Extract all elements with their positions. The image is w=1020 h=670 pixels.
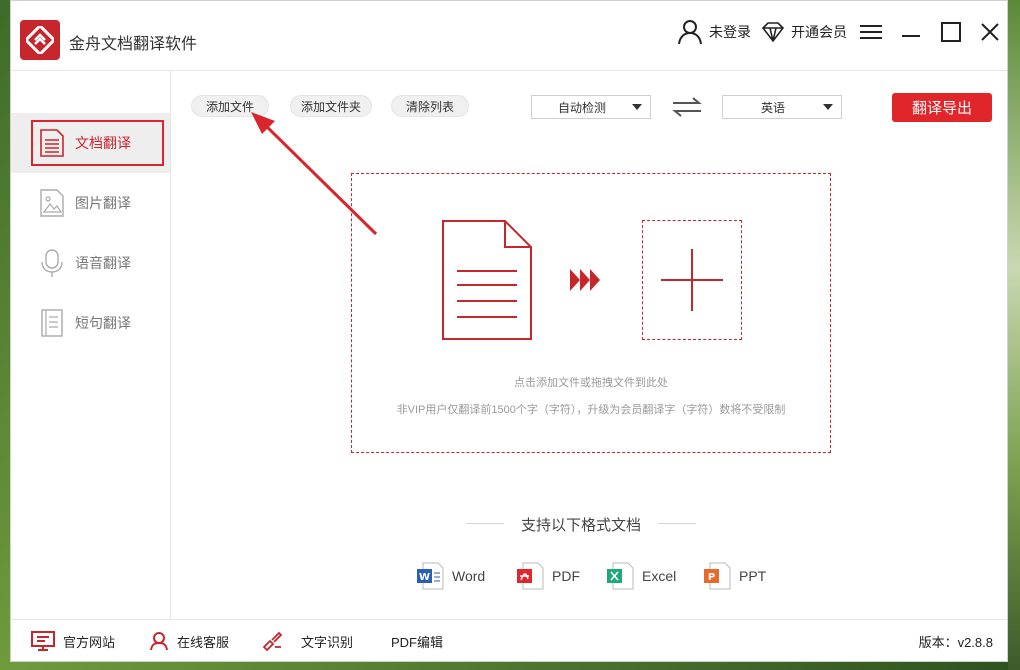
desktop-background xyxy=(1008,0,1020,670)
official-website-link[interactable]: 官方网站 xyxy=(31,630,115,652)
format-excel: Excel xyxy=(606,561,676,591)
chevron-down-icon xyxy=(823,104,833,110)
file-drop-zone[interactable]: 点击添加文件或拖拽文件到此处 非VIP用户仅翻译前1500个字（字符），升级为会… xyxy=(351,173,831,453)
image-icon xyxy=(40,189,64,217)
support-agent-icon xyxy=(150,632,168,651)
source-language-value: 自动检测 xyxy=(557,100,606,115)
footer-bar: 官方网站 在线客服 文字识别 PDF编辑 版本：v2.8.8 xyxy=(11,619,1007,661)
format-label: Excel xyxy=(642,568,677,584)
sidebar-item-label: 图片翻译 xyxy=(75,195,131,211)
format-label: PDF xyxy=(552,568,580,584)
pdf-edit-label: PDF编辑 xyxy=(391,634,444,650)
app-title: 金舟文档翻译软件 xyxy=(69,36,198,53)
highlight-box xyxy=(31,120,164,166)
diamond-icon xyxy=(761,22,785,43)
chevron-down-icon xyxy=(632,104,642,110)
close-icon xyxy=(981,23,999,41)
add-file-placeholder[interactable] xyxy=(642,220,742,340)
vip-label: 开通会员 xyxy=(791,24,847,40)
pdf-edit-link[interactable]: PDF编辑 xyxy=(391,630,443,652)
source-language-select[interactable]: 自动检测 xyxy=(531,95,651,119)
pdf-icon xyxy=(517,562,544,590)
format-word: W Word xyxy=(416,561,485,591)
ocr-label: 文字识别 xyxy=(301,634,354,650)
sidebar-item-label: 语音翻译 xyxy=(75,255,131,271)
add-folder-button[interactable]: 添加文件夹 xyxy=(290,95,372,117)
document-icon xyxy=(442,220,532,340)
swap-languages-icon[interactable] xyxy=(671,96,703,118)
clear-list-button[interactable]: 清除列表 xyxy=(391,95,469,117)
supported-formats-title: 支持以下格式文档 xyxy=(466,514,696,535)
svg-text:P: P xyxy=(708,572,715,583)
word-icon: W xyxy=(417,562,444,590)
user-icon xyxy=(678,20,702,45)
title-bar: 金舟文档翻译软件 未登录 开通会员 xyxy=(11,1,1007,71)
triple-arrow-icon xyxy=(570,269,600,291)
sidebar-item-image-translate[interactable]: 图片翻译 xyxy=(11,173,170,233)
vip-limit-note: 非VIP用户仅翻译前1500个字（字符），升级为会员翻译字（字符）数将不受限制 xyxy=(396,404,786,416)
support-label: 在线客服 xyxy=(177,634,230,650)
close-button[interactable] xyxy=(975,17,1005,47)
website-label: 官方网站 xyxy=(63,634,116,650)
ppt-icon: P xyxy=(704,562,731,590)
drop-hint: 点击添加文件或拖拽文件到此处 xyxy=(514,377,668,389)
sidebar-item-voice-translate[interactable]: 语音翻译 xyxy=(11,233,170,293)
login-button[interactable]: 未登录 xyxy=(677,19,751,45)
version-label: 版本：v2.8.8 xyxy=(918,635,993,650)
maximize-icon xyxy=(941,22,961,42)
target-language-value: 英语 xyxy=(760,100,785,115)
minimize-icon xyxy=(902,35,920,37)
brush-icon xyxy=(262,631,283,651)
app-window: 金舟文档翻译软件 未登录 开通会员 文档翻译 图片翻译 语音翻译 短句翻译 添加… xyxy=(10,0,1008,662)
sidebar: 文档翻译 图片翻译 语音翻译 短句翻译 xyxy=(11,71,171,619)
menu-button[interactable] xyxy=(856,17,886,47)
login-label: 未登录 xyxy=(709,24,751,40)
minimize-button[interactable] xyxy=(896,17,926,47)
sidebar-item-sentence-translate[interactable]: 短句翻译 xyxy=(11,293,170,353)
target-language-select[interactable]: 英语 xyxy=(722,95,842,119)
ocr-link[interactable]: 文字识别 xyxy=(261,630,353,652)
online-support-link[interactable]: 在线客服 xyxy=(149,630,229,652)
notes-icon xyxy=(41,309,63,337)
format-label: Word xyxy=(452,568,486,584)
sidebar-item-label: 短句翻译 xyxy=(75,315,131,331)
app-logo xyxy=(20,20,60,60)
monitor-icon xyxy=(31,631,55,651)
add-file-button[interactable]: 添加文件 xyxy=(191,95,269,117)
svg-text:W: W xyxy=(419,572,430,583)
format-label: PPT xyxy=(739,568,767,584)
maximize-button[interactable] xyxy=(936,17,966,47)
plus-icon xyxy=(661,249,723,311)
hamburger-icon xyxy=(860,25,882,39)
format-pdf: PDF xyxy=(516,561,580,591)
vip-button[interactable]: 开通会员 xyxy=(761,19,847,45)
microphone-icon xyxy=(41,249,63,277)
translate-export-button[interactable]: 翻译导出 xyxy=(892,93,992,122)
format-ppt: P PPT xyxy=(703,561,766,591)
excel-icon xyxy=(607,562,634,590)
